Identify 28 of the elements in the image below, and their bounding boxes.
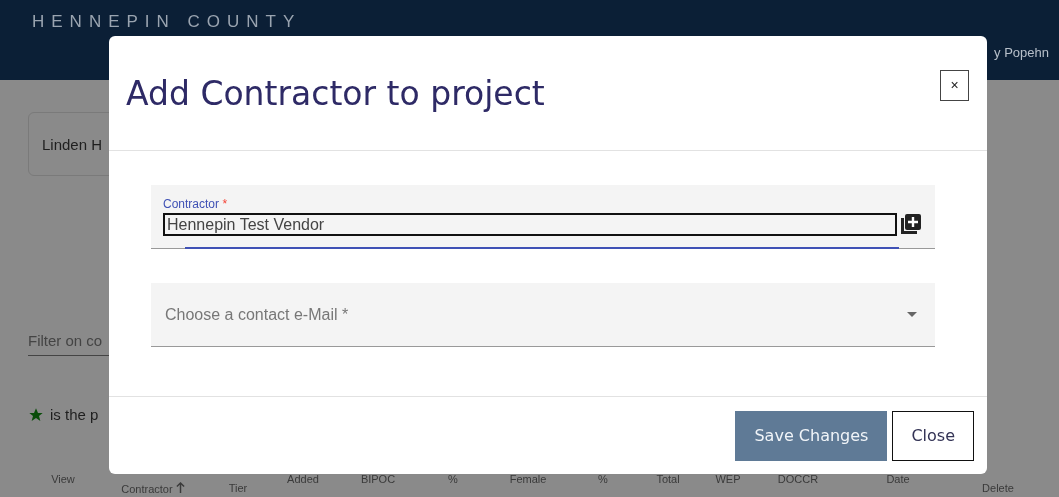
column-header[interactable]: WEP bbox=[698, 473, 758, 485]
column-header[interactable]: % bbox=[418, 473, 488, 485]
star-icon bbox=[28, 406, 44, 423]
column-header[interactable]: Delete bbox=[958, 482, 1038, 494]
column-header[interactable]: BIPOC bbox=[338, 473, 418, 485]
contact-select[interactable]: Choose a contact e-Mail * bbox=[151, 283, 935, 347]
user-name: y Popehn bbox=[994, 45, 1049, 60]
legend-text: is the p bbox=[50, 406, 99, 423]
brand-name: HENNEPIN COUNTY bbox=[32, 12, 302, 32]
column-header[interactable]: View bbox=[28, 473, 98, 485]
column-header[interactable]: % bbox=[568, 473, 638, 485]
column-header[interactable]: DOCCR bbox=[758, 473, 838, 485]
column-header[interactable]: Total bbox=[638, 473, 698, 485]
column-header[interactable]: Date bbox=[838, 473, 958, 485]
column-header[interactable]: Female bbox=[488, 473, 568, 485]
sort-arrow-icon bbox=[175, 482, 185, 493]
dialog-title: Add Contractor to project bbox=[126, 73, 545, 113]
close-button[interactable]: Close bbox=[892, 410, 974, 461]
close-button[interactable]: × bbox=[940, 69, 969, 101]
contractor-field[interactable]: Contractor * Hennepin Test Vendor bbox=[151, 185, 935, 249]
add-icon[interactable] bbox=[901, 213, 921, 236]
contractor-input[interactable]: Hennepin Test Vendor bbox=[163, 213, 897, 236]
field-label: Contractor * bbox=[163, 197, 228, 211]
column-header[interactable]: Added bbox=[268, 473, 338, 485]
dropdown-caret-icon bbox=[907, 312, 917, 317]
column-header[interactable]: Contractor bbox=[98, 482, 208, 495]
column-header[interactable]: Tier bbox=[208, 482, 268, 494]
save-button[interactable]: Save Changes bbox=[735, 410, 888, 461]
